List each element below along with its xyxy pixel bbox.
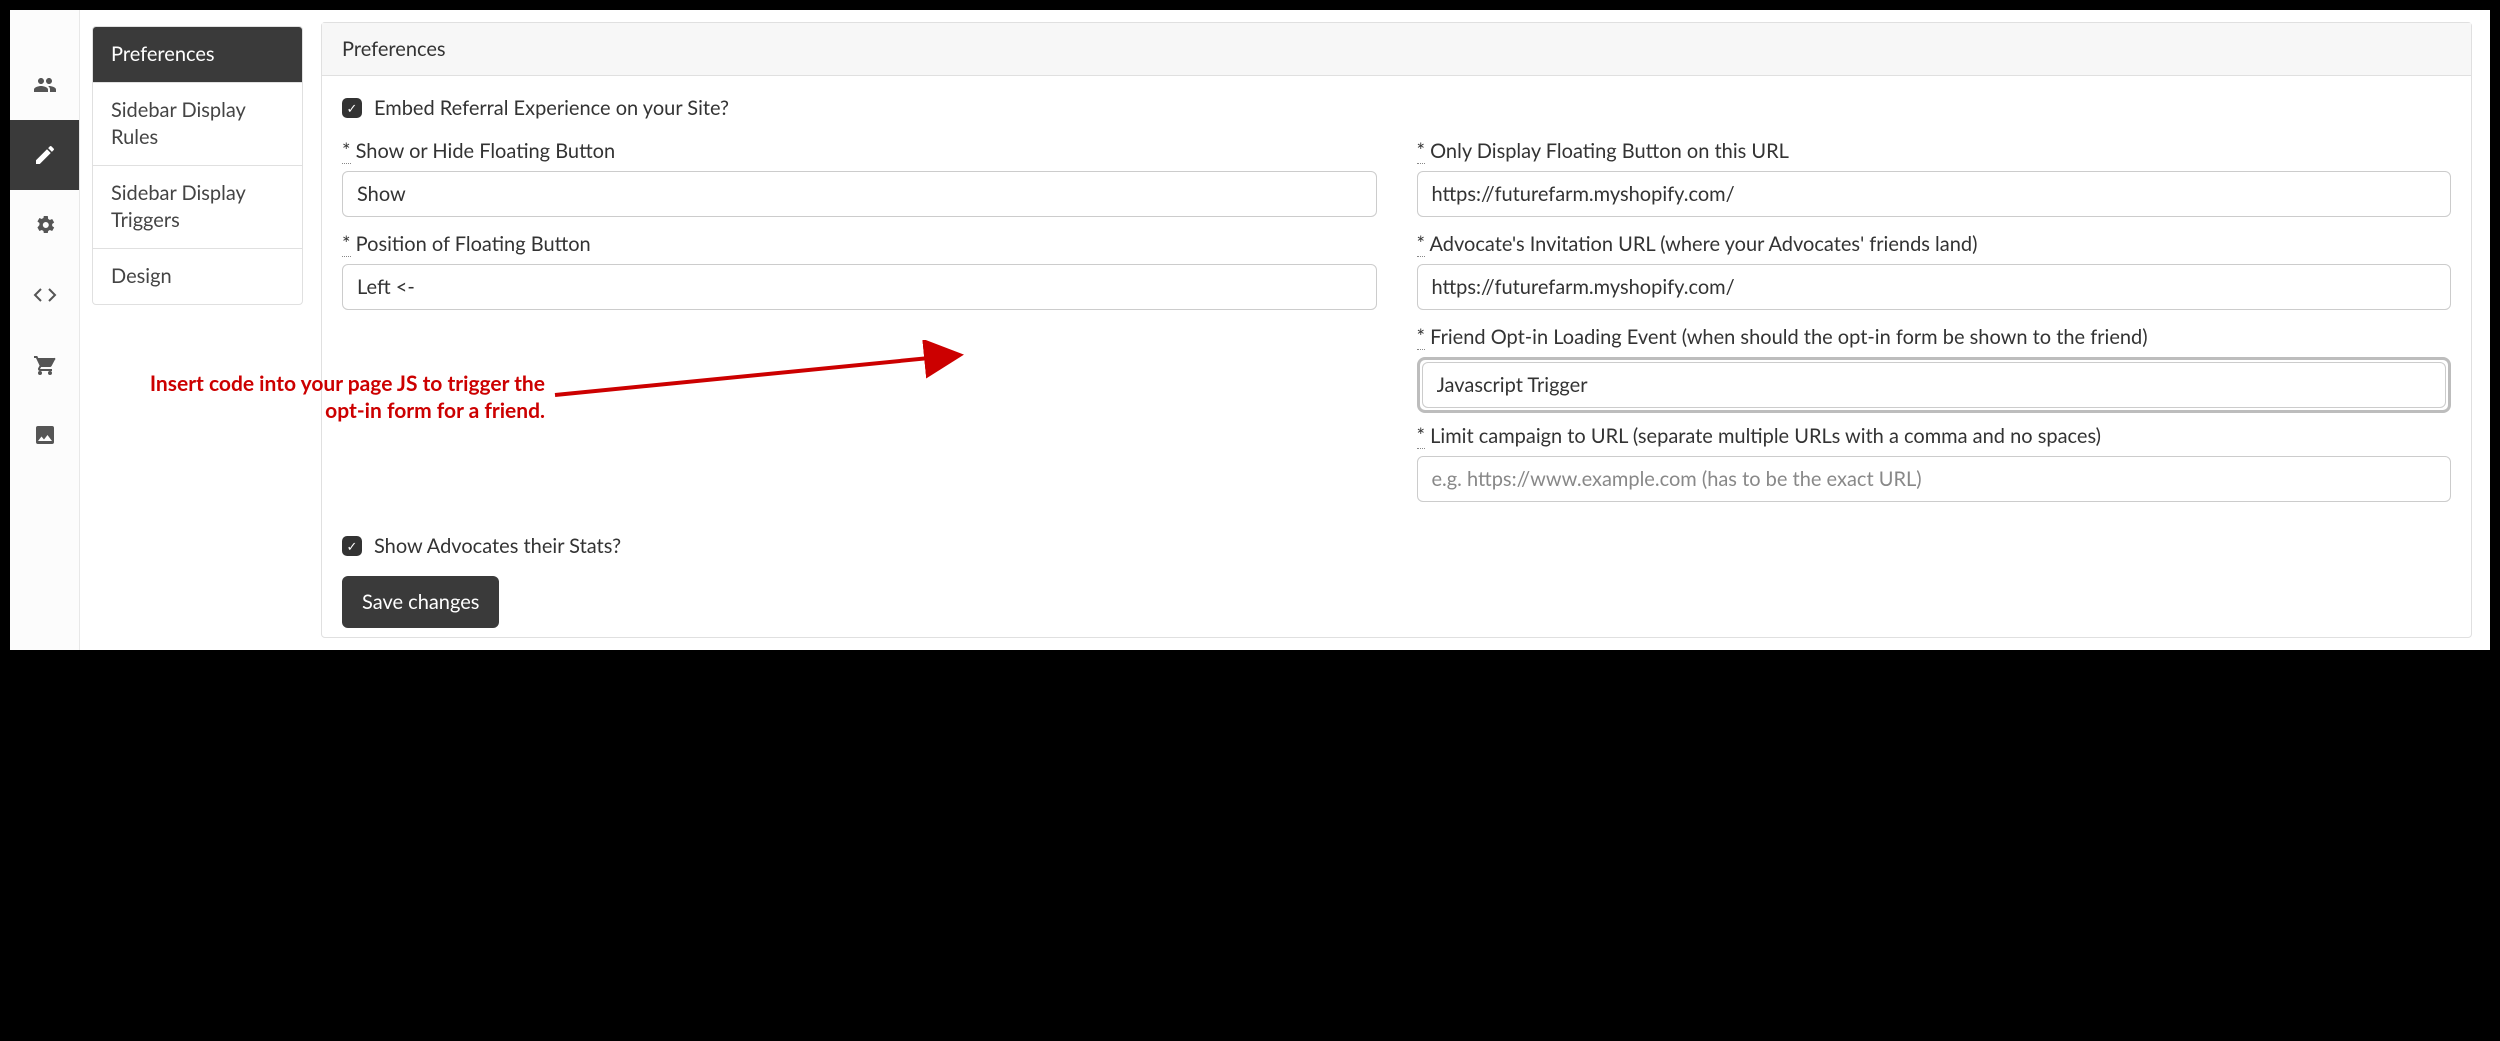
show-hide-select[interactable] [342,171,1377,217]
position-label: * Position of Floating Button [342,231,1377,258]
sidebar-icon-settings[interactable] [10,190,79,260]
menu-item-preferences[interactable]: Preferences [93,27,302,83]
menu-item-label: Sidebar Display Rules [111,98,245,149]
menu-item-label: Sidebar Display Triggers [111,181,245,232]
limit-url-label: * Limit campaign to URL (separate multip… [1417,423,2452,450]
sidebar-icon-cart[interactable] [10,330,79,400]
only-url-label: * Only Display Floating Button on this U… [1417,138,2452,165]
cart-icon [33,353,57,377]
position-select[interactable] [342,264,1377,310]
save-button[interactable]: Save changes [342,576,499,628]
embed-checkbox-label: Embed Referral Experience on your Site? [374,96,729,120]
show-stats-checkbox-row[interactable]: ✓ Show Advocates their Stats? [342,534,2451,558]
side-menu: Preferences Sidebar Display Rules Sideba… [80,10,315,650]
preferences-panel: Preferences ✓ Embed Referral Experience … [321,22,2472,638]
checkbox-checked-icon: ✓ [342,536,362,556]
edit-icon [33,143,57,167]
load-event-select[interactable] [1422,362,2447,408]
invite-url-input[interactable] [1417,264,2452,310]
menu-item-design[interactable]: Design [93,249,302,304]
sidebar-icon-image[interactable] [10,400,79,470]
menu-item-display-triggers[interactable]: Sidebar Display Triggers [93,166,302,249]
gears-icon [33,213,57,237]
panel-title: Preferences [322,23,2471,76]
load-event-label: * Friend Opt-in Loading Event (when shou… [1417,324,2452,351]
menu-item-label: Design [111,264,172,288]
annotation-text: Insert code into your page JS to trigger… [135,370,545,425]
show-hide-label: * Show or Hide Floating Button [342,138,1377,165]
show-stats-checkbox-label: Show Advocates their Stats? [374,534,621,558]
sidebar-icon-code[interactable] [10,260,79,330]
code-icon [33,283,57,307]
menu-item-display-rules[interactable]: Sidebar Display Rules [93,83,302,166]
limit-url-input[interactable] [1417,456,2452,502]
embed-checkbox-row[interactable]: ✓ Embed Referral Experience on your Site… [342,96,2451,120]
invite-url-label: * Advocate's Invitation URL (where your … [1417,231,2452,258]
users-icon [33,73,57,97]
menu-item-label: Preferences [111,42,215,66]
image-icon [33,423,57,447]
checkbox-checked-icon: ✓ [342,98,362,118]
sidebar-icon-users[interactable] [10,50,79,120]
only-url-input[interactable] [1417,171,2452,217]
icon-sidebar [10,10,80,650]
load-event-highlight [1417,357,2452,413]
sidebar-icon-edit[interactable] [10,120,79,190]
